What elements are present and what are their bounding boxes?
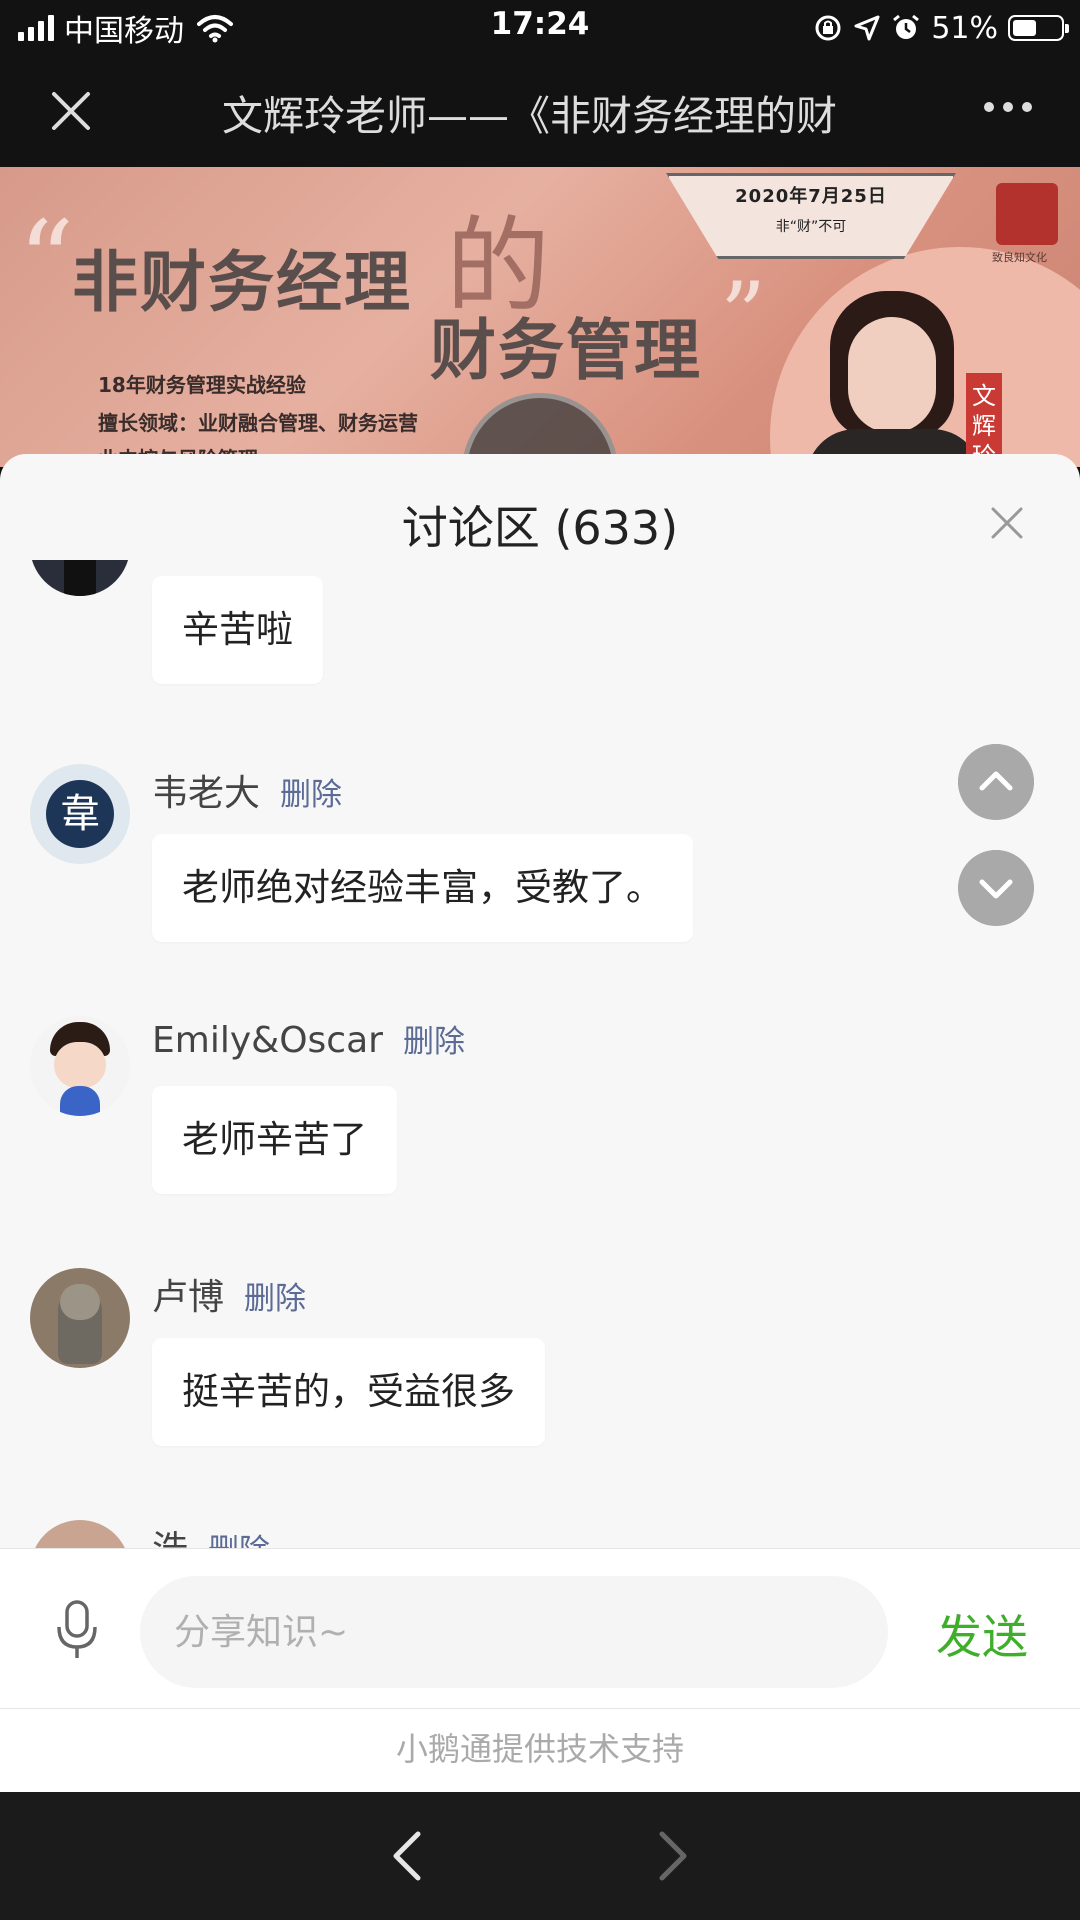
close-icon[interactable] — [990, 506, 1024, 540]
brand-seal-logo — [996, 183, 1058, 245]
brand-caption: 致良知文化 — [992, 251, 1047, 264]
discussion-title: 讨论区 (633) — [401, 501, 679, 555]
send-button[interactable]: 发送 — [936, 1601, 1028, 1667]
banner-headline: 非财务经理 — [72, 244, 412, 321]
banner-experience: 18年财务管理实战经验 — [98, 373, 306, 397]
comment-text: 老师绝对经验丰富，受教了。 — [152, 834, 693, 942]
browser-nav-bar — [0, 1792, 1080, 1920]
comment-input[interactable] — [140, 1576, 888, 1688]
battery-icon — [1008, 15, 1069, 41]
username: Emily&Oscar 删除 — [152, 1020, 465, 1061]
back-arrow-icon[interactable] — [384, 1828, 434, 1884]
location-icon — [854, 15, 880, 41]
avatar[interactable]: 韋 — [30, 764, 130, 864]
banner-quote-close: ” — [720, 263, 767, 368]
delete-link[interactable]: 删除 — [208, 1533, 270, 1548]
title-bar: 文辉玲老师——《非财务经理的财 — [0, 54, 1080, 167]
avatar[interactable] — [30, 1016, 130, 1116]
status-bar: 中国移动 17:24 51% — [0, 0, 1080, 54]
course-banner[interactable]: “ 非财务经理 的 财务管理 ” 18年财务管理实战经验 擅长领域：业财融合管理… — [0, 167, 1080, 467]
banner-date-box: 2020年7月25日 非“财”不可 — [666, 173, 956, 259]
comment-input-bar: 发送 — [0, 1548, 1080, 1709]
comment-text: 辛苦啦 — [152, 576, 323, 684]
battery-percent: 51% — [931, 10, 998, 46]
powered-by-text: 小鹅通提供技术支持 — [0, 1708, 1080, 1792]
alarm-icon — [893, 14, 920, 39]
banner-date: 2020年7月25日 — [735, 186, 887, 207]
microphone-icon[interactable] — [54, 1599, 100, 1661]
comment-text: 老师辛苦了 — [152, 1086, 397, 1194]
delete-link[interactable]: 删除 — [403, 1024, 465, 1060]
username: 韦老大 删除 — [152, 773, 343, 814]
rotation-lock-icon — [815, 15, 841, 41]
more-icon[interactable] — [984, 102, 1032, 112]
banner-quote-open: “ — [18, 197, 75, 325]
comment-list[interactable]: 辛苦啦 韋 韦老大 删除 老师绝对经验丰富，受教了。 Emily&Oscar 删除 … — [0, 560, 1080, 1548]
delete-link[interactable]: 删除 — [280, 777, 342, 813]
discussion-sheet: 讨论区 (633) 辛苦啦 韋 韦老大 删除 老师绝对经验丰富，受教了。 Emi… — [0, 454, 1080, 1792]
banner-field: 擅长领域：业财融合管理、财务运营 — [98, 411, 418, 435]
chevron-down-icon[interactable] — [958, 850, 1034, 926]
forward-arrow-icon[interactable] — [646, 1828, 696, 1884]
delete-link[interactable]: 删除 — [244, 1281, 306, 1317]
page-title: 文辉玲老师——《非财务经理的财 — [222, 92, 837, 140]
teacher-name-tag: 文辉玲 — [966, 373, 1002, 467]
username: 浩删除 — [152, 1520, 270, 1548]
banner-subheadline: 财务管理 — [430, 312, 702, 389]
avatar[interactable] — [30, 1268, 130, 1368]
close-icon[interactable] — [48, 88, 94, 134]
avatar[interactable] — [30, 1520, 130, 1548]
chevron-up-icon[interactable] — [958, 744, 1034, 820]
banner-date-sub: 非“财”不可 — [775, 219, 847, 235]
username: 卢博 删除 — [152, 1277, 307, 1318]
comment-text: 挺辛苦的，受益很多 — [152, 1338, 545, 1446]
avatar[interactable] — [30, 560, 130, 596]
